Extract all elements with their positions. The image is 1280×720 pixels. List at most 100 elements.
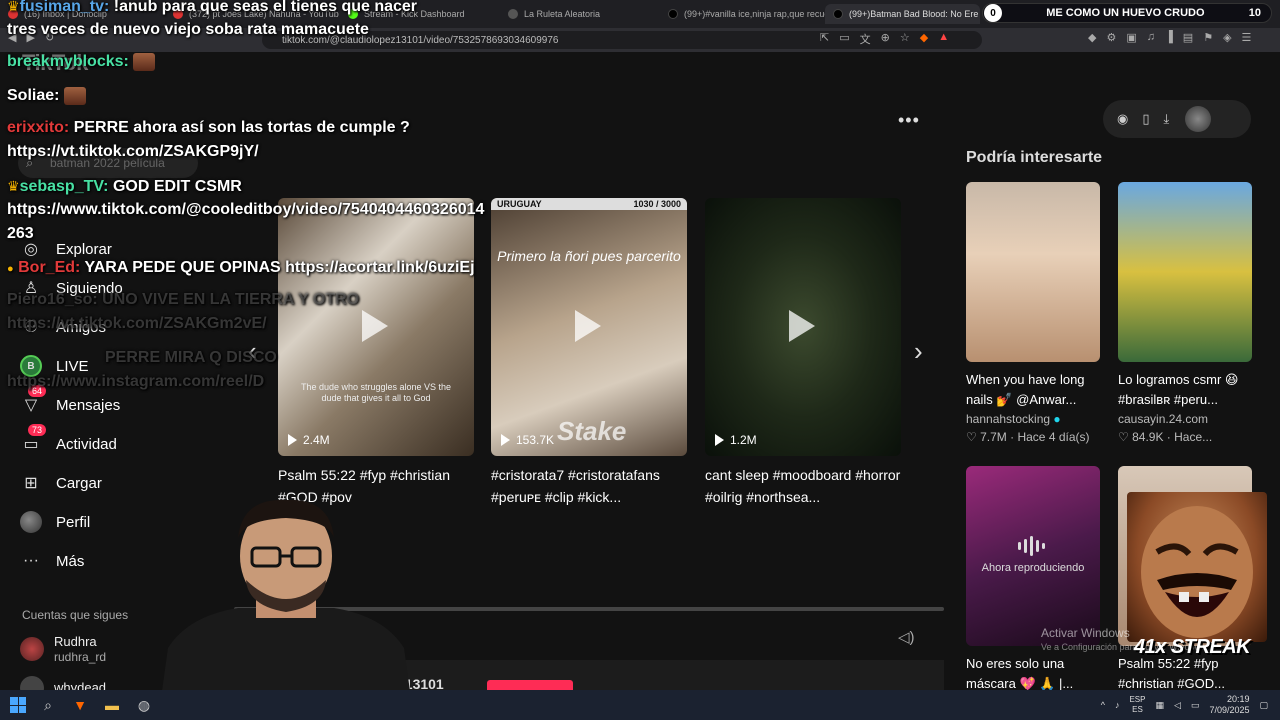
suggestion-thumbnail[interactable]: Ahora reproduciendo	[966, 466, 1100, 646]
suggestion-thumbnail[interactable]	[966, 182, 1100, 362]
chat-text: https://www.instagram.com/reel/D	[7, 373, 265, 390]
nav-mas[interactable]: ··· Más	[20, 548, 84, 574]
video-thumbnail[interactable]: The dude who struggles alone VS the dude…	[278, 198, 474, 456]
view-count: 1.2M	[715, 433, 757, 447]
chat-text: UNO VIVE EN LA TIERRA Y OTRO	[97, 291, 360, 308]
download-icon[interactable]: ⤓	[1164, 111, 1170, 127]
chat-message: ● Bor_Ed: YARA PEDE QUE OPINAS https://a…	[7, 256, 475, 281]
sidebar-icon[interactable]: ▐	[1165, 31, 1173, 44]
carousel-next-icon[interactable]: ›	[914, 336, 923, 367]
extension-icon[interactable]: ⚑	[1203, 31, 1213, 44]
music-icon[interactable]: ♫	[1147, 31, 1155, 44]
chat-message: ♛sebasp_TV: GOD EDIT CSMR	[7, 174, 242, 199]
search-icon[interactable]: ⌕	[38, 695, 58, 715]
suggestion-card-playing[interactable]: Ahora reproduciendo No eres solo una más…	[966, 466, 1100, 694]
video-thumbnail[interactable]: 1.2M	[705, 198, 901, 456]
windows-start-icon[interactable]	[10, 697, 26, 713]
share-icon[interactable]: ⇱	[820, 31, 829, 47]
nav-actividad[interactable]: ▭ 73 Actividad	[20, 424, 117, 457]
profile-icon	[20, 511, 42, 533]
stream-goal-bar: 0 ME COMO UN HUEVO CRUDO 10	[982, 3, 1272, 23]
suggestion-author[interactable]: hannahstocking ●	[966, 412, 1100, 426]
clock[interactable]: 20:19 7/09/2025	[1209, 694, 1249, 716]
suggestion-stats: ♡ 84.9K · Hace...	[1118, 430, 1213, 444]
video-description[interactable]: cant sleep #moodboard #horror #oilrig #n…	[705, 464, 905, 508]
chat-user: fusiman_tv:	[19, 0, 110, 15]
browser-tab-active[interactable]: (99+)Batman Bad Blood: No Ere	[825, 4, 980, 24]
tab-favicon	[508, 9, 518, 19]
volume-icon[interactable]: ◁)	[898, 628, 915, 646]
chat-message: https://www.tiktok.com/@cooleditboy/vide…	[7, 198, 484, 222]
chat-text: GOD EDIT CSMR	[108, 178, 242, 195]
video-card[interactable]: The dude who struggles alone VS the dude…	[278, 198, 474, 508]
suggestions-title: Podría interesarte	[966, 149, 1103, 166]
laughing-face-icon	[1141, 506, 1253, 638]
microphone-icon[interactable]: ♪	[1115, 700, 1120, 710]
play-count-icon	[501, 434, 510, 446]
battery-icon[interactable]: ▭	[1191, 700, 1200, 711]
stream-banner: URUGUAY 1030 / 3000	[491, 198, 687, 210]
app-icon[interactable]: ◍	[134, 695, 154, 715]
bookmark-icon[interactable]: ☆	[900, 31, 910, 47]
alert-icon[interactable]: ▲	[938, 31, 949, 47]
suggestion-card[interactable]: When you have long nails 💅 @Anwar... han…	[966, 182, 1100, 444]
clock-time: 20:19	[1226, 694, 1250, 704]
author-name: hannahstocking	[966, 412, 1051, 426]
play-count-icon	[288, 434, 297, 446]
zoom-icon[interactable]: ⊕	[881, 31, 890, 47]
tab-label: La Ruleta Aleatoria	[524, 9, 601, 19]
nav-label: Actividad	[56, 435, 117, 453]
activity-badge: 73	[28, 424, 47, 436]
play-icon	[575, 310, 601, 342]
browser-tab[interactable]: La Ruleta Aleatoria	[500, 4, 660, 24]
nav-perfil[interactable]: Perfil	[20, 509, 90, 535]
chat-text: https://www.tiktok.com/@cooleditboy/vide…	[7, 201, 485, 218]
goal-start: 0	[984, 4, 1002, 22]
chat-text: PERRE MIRA Q DISCO	[105, 349, 277, 366]
nav-cargar[interactable]: ⊞ Cargar	[20, 470, 102, 496]
address-actions: ⇱ ▭ 文 ⊕ ☆ ◆ ▲	[820, 31, 949, 47]
extension-icon[interactable]: ⚙	[1106, 31, 1116, 44]
brave-browser-icon[interactable]: ▼	[70, 695, 90, 715]
video-card[interactable]: 1.2M cant sleep #moodboard #horror #oilr…	[705, 198, 901, 508]
tray-overflow-icon[interactable]: ^	[1101, 700, 1105, 710]
follow-item[interactable]: Rudhra rudhra_rd	[20, 634, 106, 664]
menu-icon[interactable]: ☰	[1242, 31, 1252, 44]
lang-code: ESP	[1129, 695, 1146, 704]
device-icon[interactable]: ▯	[1142, 111, 1149, 127]
suggestion-stats: ♡ 7.7M · Hace 4 día(s)	[966, 430, 1090, 444]
emote-icon	[133, 52, 156, 71]
volume-icon[interactable]: ◁	[1174, 700, 1181, 711]
suggestion-card[interactable]: Lo logramos csmr 😆 #brasilʙʀ #peru... ca…	[1118, 182, 1252, 444]
browser-tab[interactable]: (99+)#vanilla ice,ninja rap,que recue	[660, 4, 825, 24]
suggestion-thumbnail[interactable]	[1118, 182, 1252, 362]
notifications-icon[interactable]: ▢	[1259, 700, 1268, 711]
play-count-icon	[715, 434, 724, 446]
chat-user: erixxito:	[7, 119, 70, 136]
extension-icon[interactable]: ◆	[1088, 31, 1096, 44]
video-description[interactable]: #cristorata7 #cristoratafans #peruᴘᴇ #cl…	[491, 464, 691, 508]
vpn-icon[interactable]: ◈	[1223, 31, 1231, 44]
nav-label: Cargar	[56, 474, 102, 492]
suggestion-author[interactable]: causayin.24.com	[1118, 412, 1252, 426]
coins-icon[interactable]: ◉	[1117, 111, 1128, 127]
nav-label: Más	[56, 552, 85, 570]
activate-windows-text: Activar Windows	[1041, 626, 1130, 640]
video-card[interactable]: URUGUAY 1030 / 3000 Primero la ñori pues …	[491, 198, 687, 508]
user-avatar[interactable]	[1185, 106, 1212, 132]
right-toolbar: ◉ ▯ ⤓	[1103, 100, 1251, 138]
view-count-text: 1.2M	[730, 433, 757, 447]
messages-icon: ▽ 64	[20, 385, 47, 416]
network-icon[interactable]: ▦	[1155, 700, 1164, 711]
shield-icon[interactable]: ◆	[920, 31, 928, 47]
extension-icon[interactable]: ▣	[1126, 31, 1136, 44]
heart-icon: ♡	[966, 430, 977, 444]
video-thumbnail[interactable]: URUGUAY 1030 / 3000 Primero la ñori pues …	[491, 198, 687, 456]
language-indicator[interactable]: ESP ES	[1129, 695, 1145, 715]
translate-icon[interactable]: 文	[860, 31, 871, 47]
nav-mensajes[interactable]: ▽ 64 Mensajes	[20, 385, 120, 418]
cast-icon[interactable]: ▭	[839, 31, 849, 47]
wallet-icon[interactable]: ▤	[1183, 31, 1193, 44]
more-options-icon[interactable]: •••	[898, 110, 920, 131]
file-explorer-icon[interactable]: ▬	[102, 695, 122, 715]
